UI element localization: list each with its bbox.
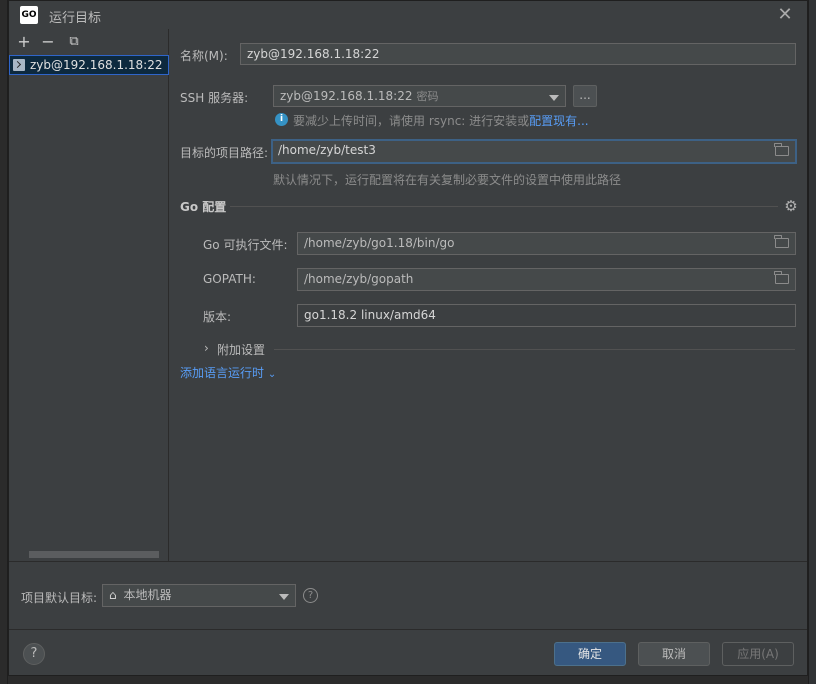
folder-icon[interactable] — [774, 143, 789, 156]
project-path-hint: 默认情况下，运行配置将在有关复制必要文件的设置中使用此路径 — [273, 173, 622, 187]
folder-icon[interactable] — [774, 271, 789, 284]
run-targets-dialog: GO 运行目标 ✕ + − ⧉ zyb@192.168.1.18:22 G 名称(… — [8, 0, 808, 676]
cancel-button[interactable]: 取消 — [638, 642, 710, 666]
go-config-heading: Go 配置 — [180, 200, 227, 214]
window-title: 运行目标 — [49, 11, 102, 26]
chevron-right-icon[interactable]: › — [204, 341, 209, 355]
project-path-field[interactable]: /home/zyb/test3 — [271, 139, 797, 164]
go-executable-label: Go 可执行文件: — [203, 238, 288, 252]
targets-list-panel: + − ⧉ zyb@192.168.1.18:22 G — [9, 29, 169, 561]
info-icon: i — [275, 113, 288, 126]
project-path-value: /home/zyb/test3 — [278, 143, 376, 157]
default-target-value: 本地机器 — [123, 588, 172, 602]
ssh-server-select[interactable]: zyb@192.168.1.18:22 密码 — [273, 85, 566, 107]
chevron-down-icon — [279, 594, 289, 600]
folder-icon[interactable] — [774, 235, 789, 248]
gopath-field[interactable]: /home/zyb/gopath — [297, 268, 796, 291]
copy-target-button[interactable]: ⧉ — [65, 33, 83, 51]
extra-settings-toggle[interactable]: 附加设置 — [217, 341, 265, 358]
footer-divider — [9, 561, 807, 562]
chevron-down-icon: ⌄ — [267, 369, 277, 380]
help-button[interactable]: ? — [23, 643, 45, 665]
extra-settings-divider — [274, 349, 795, 350]
section-divider — [230, 206, 778, 207]
version-field: go1.18.2 linux/amd64 — [297, 304, 796, 327]
go-executable-field[interactable]: /home/zyb/go1.18/bin/go — [297, 232, 796, 255]
go-executable-value: /home/zyb/go1.18/bin/go — [304, 236, 455, 250]
gear-icon[interactable]: ⚙ — [784, 199, 798, 214]
background-editor-left — [0, 0, 8, 684]
close-icon[interactable]: ✕ — [775, 5, 795, 25]
buttons-divider — [9, 629, 807, 630]
horizontal-scrollbar[interactable] — [29, 551, 159, 558]
chevron-down-icon — [549, 95, 559, 101]
title-bar: GO 运行目标 ✕ — [9, 1, 807, 29]
terminal-icon — [13, 59, 25, 71]
name-label: 名称(M): — [180, 49, 228, 63]
default-target-label: 项目默认目标: — [21, 591, 98, 605]
target-name: zyb@192.168.1.18:22 — [30, 58, 163, 72]
help-small-icon[interactable]: ? — [303, 588, 318, 603]
ok-button[interactable]: 确定 — [554, 642, 626, 666]
rsync-hint: 要减少上传时间，请使用 rsync: 进行安装或配置现有... — [293, 112, 589, 129]
add-target-button[interactable]: + — [15, 33, 33, 51]
ssh-config-button[interactable]: ... — [573, 85, 597, 107]
target-list-item[interactable]: zyb@192.168.1.18:22 G — [9, 55, 169, 75]
name-field[interactable]: zyb@192.168.1.18:22 — [240, 43, 796, 65]
ssh-auth-type: 密码 — [416, 90, 439, 103]
background-editor-right — [808, 0, 816, 684]
ssh-server-label: SSH 服务器: — [180, 91, 249, 105]
default-target-select[interactable]: ⌂ 本地机器 — [102, 584, 296, 607]
ssh-server-value: zyb@192.168.1.18:22 — [280, 89, 413, 103]
project-path-label: 目标的项目路径: — [180, 146, 269, 160]
version-label: 版本: — [203, 310, 232, 324]
gopath-label: GOPATH: — [203, 272, 256, 286]
target-suffix: G — [169, 58, 170, 72]
gopath-value: /home/zyb/gopath — [304, 272, 414, 286]
rsync-hint-text: 要减少上传时间，请使用 rsync: 进行安装或 — [293, 114, 530, 128]
goland-app-icon: GO — [20, 6, 38, 24]
add-runtime-text: 添加语言运行时 — [180, 366, 265, 380]
apply-button[interactable]: 应用(A) — [722, 642, 794, 666]
configure-existing-link[interactable]: 配置现有... — [529, 114, 588, 128]
remove-target-button[interactable]: − — [39, 33, 57, 51]
add-language-runtime-link[interactable]: 添加语言运行时 ⌄ — [180, 364, 276, 381]
home-icon: ⌂ — [109, 588, 117, 602]
